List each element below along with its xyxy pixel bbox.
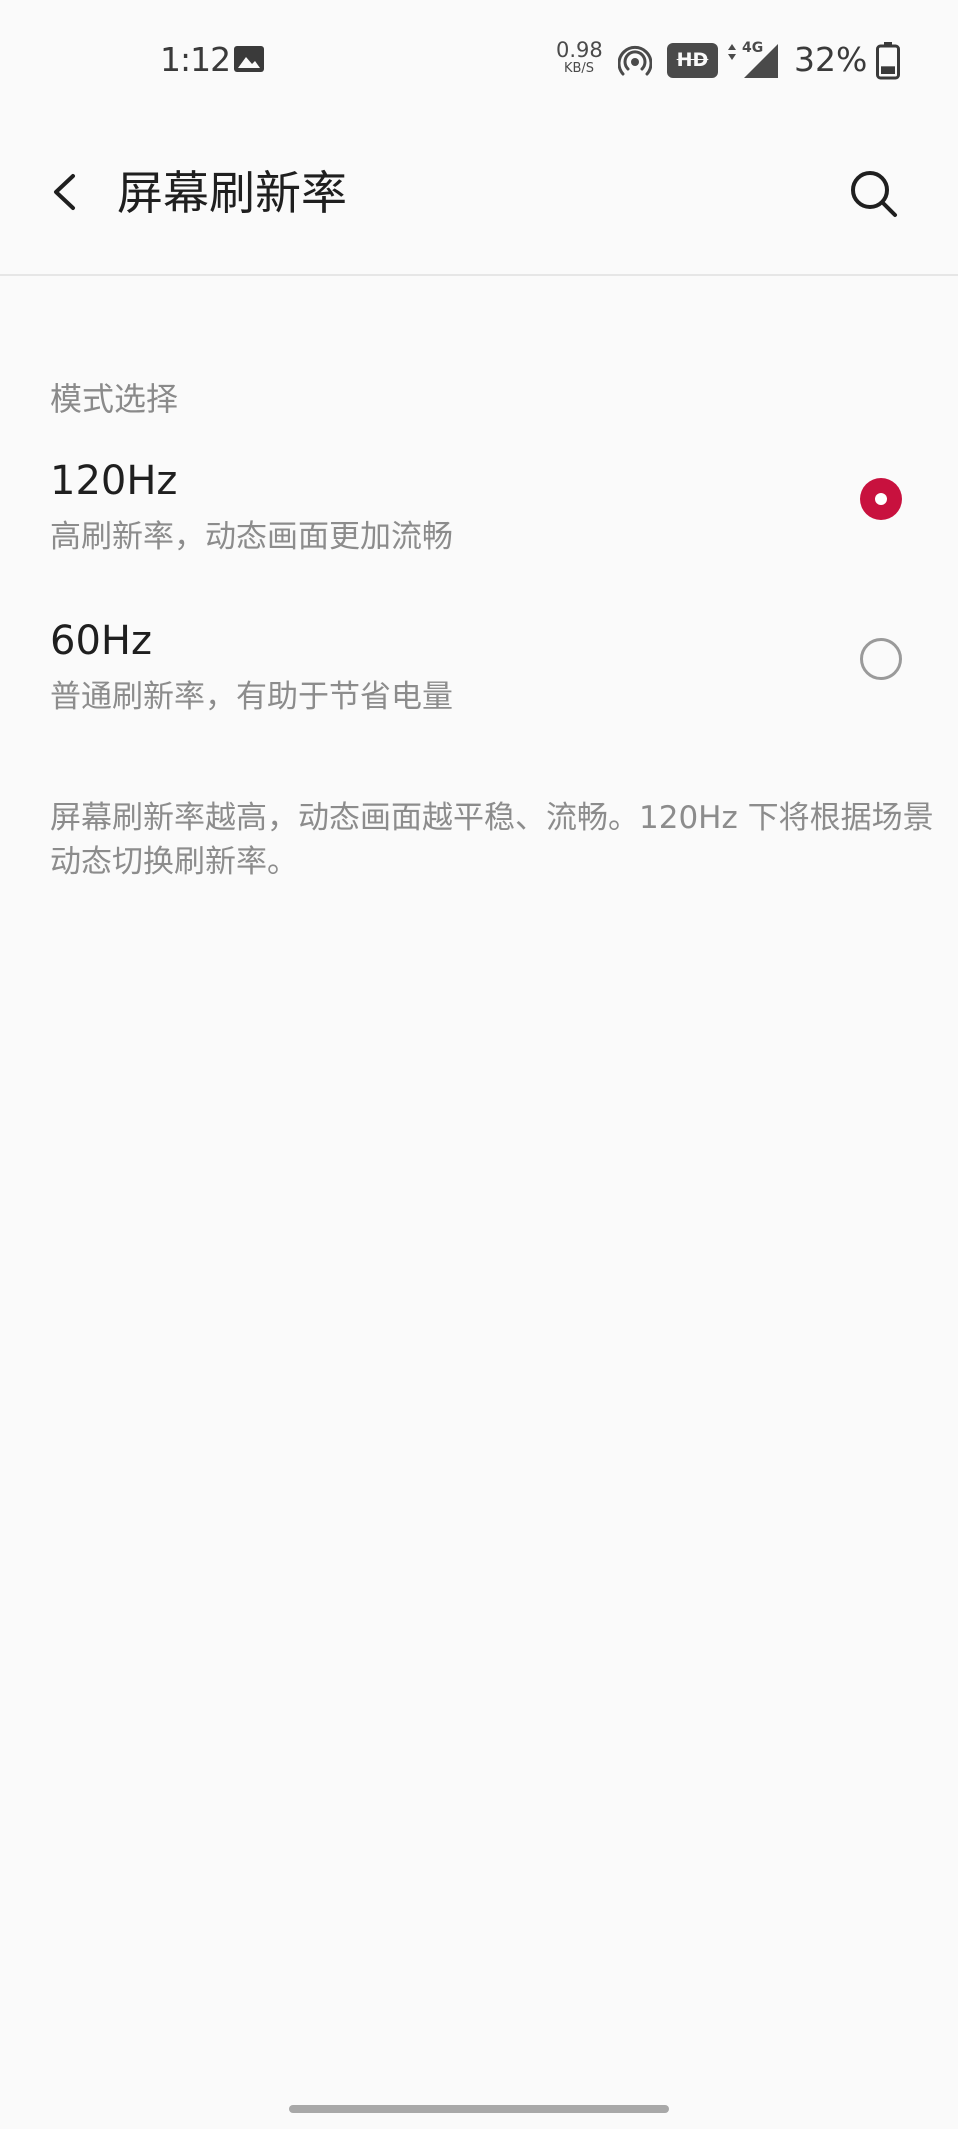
network-speed-value: 0.98 [556, 38, 603, 62]
home-indicator[interactable] [289, 2105, 669, 2113]
footer-note: 屏幕刷新率越高，动态画面越平稳、流畅。120Hz 下将根据场景动态切换刷新率。 [50, 800, 934, 880]
network-speed: 0.98 KB/S [556, 38, 603, 76]
option-description: 普通刷新率，有助于节省电量 [50, 679, 453, 715]
battery-icon [876, 42, 900, 80]
section-header: 模式选择 [50, 380, 179, 418]
search-button[interactable] [846, 166, 902, 222]
network-speed-unit: KB/S [563, 61, 595, 76]
search-icon [851, 171, 897, 217]
image-icon [234, 46, 264, 72]
page-title: 屏幕刷新率 [117, 166, 347, 220]
option-120hz[interactable]: 120Hz 高刷新率，动态画面更加流畅 [0, 458, 958, 608]
chevron-left-icon [54, 174, 75, 210]
radio-120hz[interactable] [860, 478, 902, 520]
option-60hz[interactable]: 60Hz 普通刷新率，有助于节省电量 [0, 618, 958, 768]
option-title: 120Hz [50, 458, 178, 504]
radio-60hz[interactable] [860, 638, 902, 680]
app-bar: 屏幕刷新率 [0, 120, 958, 276]
hd-badge: HD [667, 43, 718, 78]
hotspot-icon [618, 45, 652, 76]
status-time: 1:12 [160, 40, 231, 79]
battery-percent: 32% [794, 40, 868, 79]
status-bar: 1:12 0.98 KB/S HD 4G 32% [0, 0, 958, 120]
back-button[interactable] [40, 164, 90, 220]
option-title: 60Hz [50, 618, 152, 664]
option-description: 高刷新率，动态画面更加流畅 [50, 519, 453, 555]
network-type-label: 4G [742, 40, 764, 56]
